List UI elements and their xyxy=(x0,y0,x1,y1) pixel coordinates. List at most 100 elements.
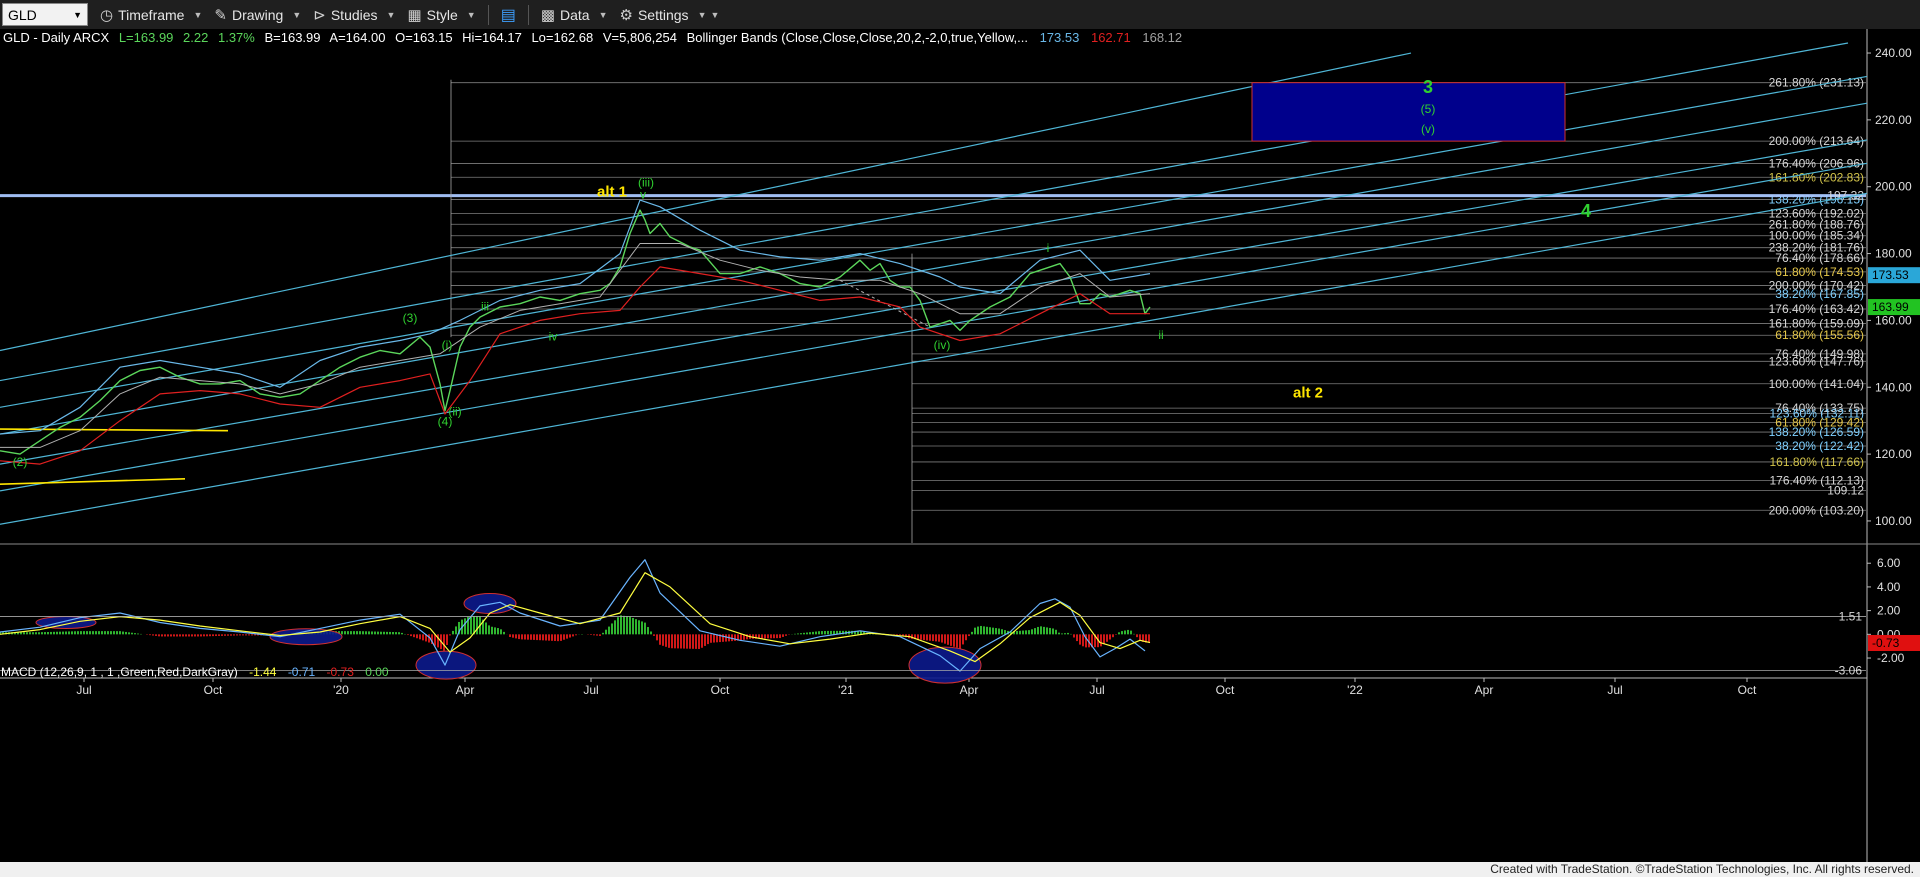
fib-level-label: 109.12 xyxy=(1827,483,1864,497)
x-tick-label: Jul xyxy=(1089,683,1104,697)
x-tick-label: Oct xyxy=(204,683,223,697)
header-change: 2.22 xyxy=(183,30,208,45)
header-bb-mid: 168.12 xyxy=(1142,30,1182,45)
wave-label: 4 xyxy=(1581,201,1591,221)
macd-level-label: -3.06 xyxy=(1835,664,1863,678)
chevron-down-icon: ▼ xyxy=(292,9,302,20)
price-tick-label: 160.00 xyxy=(1875,313,1912,327)
macd-tick-label: 6.00 xyxy=(1877,556,1901,570)
credit-bar: Created with TradeStation. ©TradeStation… xyxy=(0,862,1920,877)
wave-label: (v) xyxy=(1421,122,1435,136)
chart-canvas[interactable]: 261.80% (231.13) 200.00% (213.64) 176.40% … xyxy=(0,29,1920,862)
price-tick-label: 220.00 xyxy=(1875,113,1912,127)
settings-label: Settings xyxy=(637,6,689,23)
header-study: Bollinger Bands (Close,Close,Close,20,2,… xyxy=(687,30,1028,45)
wave-label: alt 1 xyxy=(597,184,627,201)
x-tick-label: '20 xyxy=(333,683,349,697)
price-tick-label: 180.00 xyxy=(1875,247,1912,261)
dropdown-arrow-icon[interactable]: ▼ xyxy=(73,10,82,20)
studies-button[interactable]: ⊳ Studies ▼ xyxy=(313,6,395,24)
symbol-selector[interactable]: GLD ▼ xyxy=(2,3,88,26)
x-tick-label: '21 xyxy=(838,683,854,697)
style-button[interactable]: ▦ Style ▼ xyxy=(407,6,475,24)
header-bid: B=163.99 xyxy=(264,30,320,45)
fib-level-label: 76.40% (178.66) xyxy=(1775,251,1864,265)
pencil-icon: ✎ xyxy=(214,6,227,24)
wave-label: (2) xyxy=(13,455,28,469)
wave-label: ii xyxy=(1158,328,1163,342)
header-symbol: GLD - Daily ARCX xyxy=(3,30,110,45)
clock-icon: ◷ xyxy=(100,6,114,24)
header-change-pct: 1.37% xyxy=(218,30,255,45)
studies-icon: ⊳ xyxy=(313,6,326,24)
layout-icon[interactable]: ▤ xyxy=(501,5,516,25)
chart-area[interactable]: 261.80% (231.13) 200.00% (213.64) 176.40% … xyxy=(0,29,1920,862)
data-button[interactable]: ▩ Data ▼ xyxy=(541,6,608,24)
header-ask: A=164.00 xyxy=(329,30,385,45)
drawing-label: Drawing xyxy=(231,6,284,23)
fib-level-label: 100.00% (141.04) xyxy=(1769,377,1864,391)
bar-chart-icon: ▩ xyxy=(540,6,556,24)
chevron-down-icon: ▼ xyxy=(697,9,707,20)
x-tick-label: Jul xyxy=(1607,683,1622,697)
chevron-down-icon: ▼ xyxy=(710,9,720,20)
fib-level-label: 161.80% (117.66) xyxy=(1769,455,1864,469)
macd-tick-label: 4.00 xyxy=(1877,580,1901,594)
header-high: Hi=164.17 xyxy=(462,30,522,45)
header-bb-upper: 173.53 xyxy=(1040,30,1080,45)
x-tick-label: Apr xyxy=(960,683,979,697)
macd-value-4: 0.00 xyxy=(365,665,389,679)
x-tick-label: Oct xyxy=(1216,683,1235,697)
bb-upper-tag: 173.53 xyxy=(1872,268,1909,282)
toolbar-divider xyxy=(487,4,489,25)
credit-text: Created with TradeStation. ©TradeStation… xyxy=(1490,862,1914,876)
x-tick-label: Apr xyxy=(456,683,475,697)
macd-highlight-ellipse xyxy=(908,646,982,684)
header-low: Lo=162.68 xyxy=(531,30,593,45)
macd-level-label: 1.51 xyxy=(1839,609,1863,623)
price-tick-label: 120.00 xyxy=(1875,447,1912,461)
symbol-input[interactable]: GLD xyxy=(8,7,37,23)
x-tick-label: Jul xyxy=(583,683,598,697)
wave-label: (3) xyxy=(403,311,418,325)
drawing-button[interactable]: ✎ Drawing ▼ xyxy=(214,6,301,24)
chevron-down-icon: ▼ xyxy=(386,9,396,20)
fib-level-label: 176.40% (206.96) xyxy=(1769,156,1864,170)
fib-level-label: 197.32 xyxy=(1827,189,1864,203)
timeframe-button[interactable]: ◷ Timeframe ▼ xyxy=(100,6,202,24)
settings-button[interactable]: ⚙ Settings ▼ ▼ xyxy=(620,6,720,24)
data-label: Data xyxy=(560,6,590,23)
macd-value-1: -1.44 xyxy=(249,665,277,679)
timeframe-label: Timeframe xyxy=(118,6,185,23)
wave-label: (i) xyxy=(442,338,453,352)
x-tick-label: '22 xyxy=(1347,683,1363,697)
header-volume: V=5,806,254 xyxy=(603,30,677,45)
gear-icon: ⚙ xyxy=(619,6,633,24)
fib-level-label: 61.80% (174.53) xyxy=(1775,265,1864,279)
price-tick-label: 100.00 xyxy=(1875,514,1912,528)
chevron-down-icon: ▼ xyxy=(193,9,203,20)
fib-level-label: 200.00% (213.64) xyxy=(1769,134,1864,148)
macd-highlight-ellipse xyxy=(35,615,97,629)
x-tick-label: Oct xyxy=(711,683,730,697)
target-box xyxy=(1251,82,1566,142)
header-open: O=163.15 xyxy=(395,30,452,45)
wave-label: iv xyxy=(549,329,558,343)
macd-value-2: -0.71 xyxy=(288,665,316,679)
header-bb-lower: 162.71 xyxy=(1091,30,1131,45)
fib-level-label: 138.20% (126.59) xyxy=(1769,425,1864,439)
style-label: Style xyxy=(426,6,458,23)
wave-label: (5) xyxy=(1421,102,1436,116)
fib-level-label: 38.20% (122.42) xyxy=(1775,439,1864,453)
studies-label: Studies xyxy=(330,6,378,23)
fib-level-label: 38.20% (167.85) xyxy=(1775,287,1864,301)
macd-value-tag: -0.73 xyxy=(1872,636,1900,650)
macd-tick-label: 2.00 xyxy=(1877,604,1901,618)
wave-label: i xyxy=(1047,241,1050,255)
fib-level-label: 61.80% (155.56) xyxy=(1775,328,1864,342)
x-tick-label: Jul xyxy=(76,683,91,697)
fib-level-label: 123.60% (147.76) xyxy=(1769,354,1864,368)
chevron-down-icon: ▼ xyxy=(598,9,608,20)
wave-label: 3 xyxy=(1423,77,1433,97)
wave-label: (4) xyxy=(438,415,453,429)
